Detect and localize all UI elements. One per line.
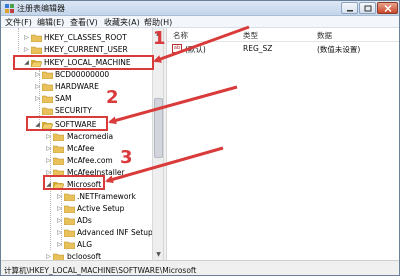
tree-node-macromedia[interactable]: ▷ Macromedia (1, 131, 151, 143)
expand-arrow-icon[interactable]: ▷ (23, 32, 30, 44)
annotation-number-3: 3 (120, 147, 133, 168)
tree-node-label: HARDWARE (55, 82, 99, 91)
folder-icon (64, 193, 75, 201)
expand-arrow-icon[interactable]: ▷ (45, 155, 52, 167)
annotation-number-2: 2 (106, 87, 119, 108)
folder-icon (53, 145, 64, 153)
tree-node-label: Active Setup (77, 204, 125, 213)
status-path: 计算机\HKEY_LOCAL_MACHINE\SOFTWARE\Microsof… (4, 266, 197, 275)
expand-arrow-icon[interactable]: ▷ (56, 227, 63, 239)
scrollbar-thumb[interactable] (154, 98, 163, 158)
folder-icon (53, 133, 64, 141)
expand-arrow-icon[interactable]: ▷ (45, 251, 52, 260)
tree-node-label: ALG (77, 240, 93, 249)
string-value-icon: ab (172, 44, 182, 53)
tree-node-ads[interactable]: ▷ ADs (1, 215, 151, 227)
folder-icon (31, 46, 42, 54)
menu-edit[interactable]: 编辑(E) (37, 17, 64, 28)
expand-arrow-icon[interactable]: ▷ (34, 93, 41, 105)
highlight-box-software (26, 116, 108, 131)
expand-arrow-icon[interactable]: ▷ (34, 69, 41, 81)
folder-icon (31, 34, 42, 42)
menu-view[interactable]: 查看(V) (70, 17, 98, 28)
folder-icon (64, 205, 75, 213)
menu-favorites[interactable]: 收藏夹(A) (104, 17, 140, 28)
maximize-icon (364, 5, 372, 12)
window-title: 注册表编辑器 (17, 4, 65, 13)
annotation-number-1: 1 (153, 28, 166, 49)
expand-arrow-icon[interactable]: ▷ (56, 239, 63, 251)
menu-help[interactable]: 帮助(H) (144, 17, 172, 28)
tree-node-sam[interactable]: ▷ SAM (1, 93, 151, 105)
value-data: (数值未设置) (317, 45, 361, 54)
tree-node-label: SAM (55, 94, 72, 103)
expand-arrow-icon[interactable]: ▷ (56, 215, 63, 227)
title-bar[interactable]: 注册表编辑器 (1, 1, 399, 16)
column-header-name[interactable]: 名称 (173, 30, 188, 41)
expand-arrow-icon[interactable]: ▷ (56, 191, 63, 203)
tree-node-hardware[interactable]: ▷ HARDWARE (1, 81, 151, 93)
tree-node-netframework[interactable]: ▷ .NETFramework (1, 191, 151, 203)
tree-node-label: BCD00000000 (55, 70, 110, 79)
menu-bar: 文件(F) 编辑(E) 查看(V) 收藏夹(A) 帮助(H) (1, 16, 399, 28)
expand-arrow-icon[interactable]: ▷ (56, 203, 63, 215)
value-name: (默认) (185, 45, 206, 54)
tree-node-label: Macromedia (67, 132, 114, 141)
header-divider (167, 41, 399, 42)
maximize-button[interactable] (359, 2, 376, 14)
tree-node-bcloosoft[interactable]: ▷ bcloosoft (1, 251, 151, 260)
folder-icon (42, 83, 53, 91)
highlight-box-microsoft (43, 175, 105, 190)
scroll-down-arrow-icon[interactable]: ▼ (154, 250, 163, 259)
menu-file[interactable]: 文件(F) (5, 17, 32, 28)
folder-icon (64, 217, 75, 225)
tree-node-label: HKEY_CLASSES_ROOT (44, 33, 127, 42)
expand-arrow-icon[interactable]: ▷ (34, 81, 41, 93)
tree-node-label: McAfee (67, 144, 95, 153)
values-list[interactable]: 名称 类型 数据 ab (默认) REG_SZ (数值未设置) (167, 28, 399, 260)
highlight-box-hkey-local-machine (13, 55, 154, 70)
expand-arrow-icon[interactable]: ▷ (45, 131, 52, 143)
tree-node-hkey-classes-root[interactable]: ▷ HKEY_CLASSES_ROOT (1, 32, 151, 44)
expand-arrow-icon[interactable]: ▷ (45, 143, 52, 155)
minimize-icon (347, 10, 353, 12)
tree-node-active-setup[interactable]: ▷ Active Setup (1, 203, 151, 215)
folder-icon (42, 107, 53, 115)
registry-editor-window: 注册表编辑器 文件(F) 编辑(E) 查看(V) 收藏夹(A) 帮助(H) ▷ … (0, 0, 400, 276)
tree-node-alg[interactable]: ▷ ALG (1, 239, 151, 251)
tree-node-advanced-inf-setup[interactable]: ▷ Advanced INF Setup (1, 227, 153, 239)
tree-node-label: Advanced INF Setup (77, 228, 153, 237)
folder-icon (42, 71, 53, 79)
column-header-type[interactable]: 类型 (243, 30, 258, 41)
folder-icon (64, 229, 75, 237)
tree-node-label: bcloosoft (67, 252, 102, 260)
regedit-app-icon (5, 4, 14, 13)
value-type: REG_SZ (243, 44, 273, 53)
tree-node-label: McAfee.com (67, 156, 113, 165)
status-bar: 计算机\HKEY_LOCAL_MACHINE\SOFTWARE\Microsof… (1, 260, 399, 275)
folder-icon (53, 253, 64, 260)
close-icon (384, 5, 392, 12)
close-button[interactable] (377, 2, 398, 14)
tree-node-bcd00000000[interactable]: ▷ BCD00000000 (1, 69, 151, 81)
folder-icon (64, 241, 75, 249)
folder-icon (42, 95, 53, 103)
minimize-button[interactable] (341, 2, 358, 14)
tree-node-label: ADs (77, 216, 92, 225)
tree-node-label: .NETFramework (77, 192, 136, 201)
folder-icon (53, 157, 64, 165)
column-header-data[interactable]: 数据 (317, 30, 332, 41)
